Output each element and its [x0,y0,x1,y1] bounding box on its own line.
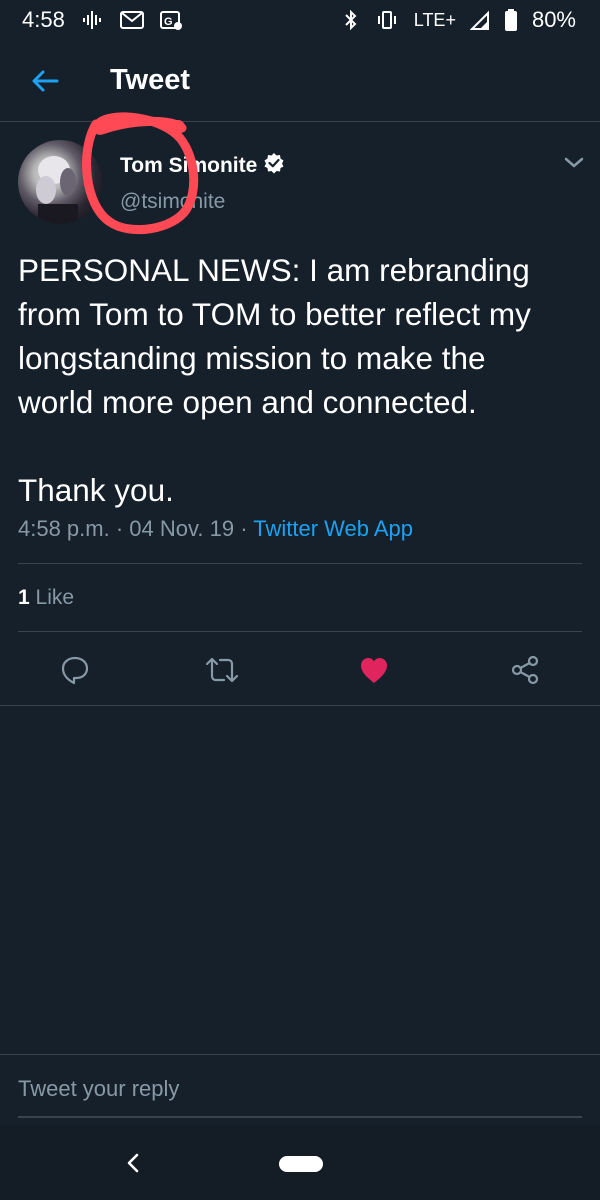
author-handle[interactable]: @tsimonite [120,190,225,214]
system-nav-bar [0,1126,600,1200]
battery-icon [504,8,518,32]
status-bar-left: 4:58 G [22,7,183,33]
reply-input[interactable]: Tweet your reply [18,1060,582,1118]
tweet-options-button[interactable] [560,152,588,172]
chevron-left-icon [127,1153,139,1173]
tweet-date: 04 Nov. 19 [129,516,235,541]
status-time: 4:58 [22,7,65,32]
app-header: Tweet [0,40,600,122]
reply-button[interactable] [55,650,95,690]
status-bar: 4:58 G LTE+ 80% [0,0,600,40]
divider [18,563,582,564]
system-back-button[interactable] [118,1148,148,1178]
like-button[interactable] [354,650,394,690]
system-home-pill[interactable] [279,1156,323,1172]
back-button[interactable] [0,40,90,122]
tweet-source-link[interactable]: Twitter Web App [253,516,413,541]
like-count-number: 1 [18,586,30,609]
meta-separator: · [115,516,130,541]
bluetooth-icon [342,8,360,32]
tweet-author: Tom Simonite @tsimonite [18,140,588,230]
reply-placeholder: Tweet your reply [18,1076,180,1101]
share-icon [511,655,539,685]
arrow-left-icon [32,70,59,91]
retweet-icon [205,657,239,683]
divider [0,1054,600,1055]
tweet-meta: 4:58 p.m. · 04 Nov. 19 · Twitter Web App [18,516,413,542]
avatar[interactable] [18,140,102,224]
battery-percent: 80% [531,7,576,32]
network-type: LTE+ [413,9,456,30]
divider [0,705,600,706]
author-name-row[interactable]: Tom Simonite [120,152,285,180]
reply-icon [61,656,89,685]
podcast-icon [79,9,105,31]
tweet-time: 4:58 p.m. [18,516,110,541]
page-title: Tweet [110,64,191,96]
signal-icon [469,9,490,31]
likes-count[interactable]: 1 Like [18,586,74,610]
status-bar-right: LTE+ 80% [342,7,576,33]
verified-badge-icon [263,152,285,180]
tweet-actions [0,638,600,700]
author-name[interactable]: Tom Simonite [120,154,257,178]
tweet-text: PERSONAL NEWS: I am rebranding from Tom … [18,252,531,508]
vibrate-icon [374,9,400,31]
google-news-icon: G [159,8,183,32]
svg-text:G: G [164,16,173,28]
divider [18,631,582,632]
share-button[interactable] [505,650,545,690]
chevron-down-icon [564,157,584,168]
gmail-icon [119,9,145,31]
meta-separator: · [240,516,254,541]
like-count-label: Like [35,586,75,609]
retweet-button[interactable] [202,650,242,690]
heart-filled-icon [361,658,387,683]
